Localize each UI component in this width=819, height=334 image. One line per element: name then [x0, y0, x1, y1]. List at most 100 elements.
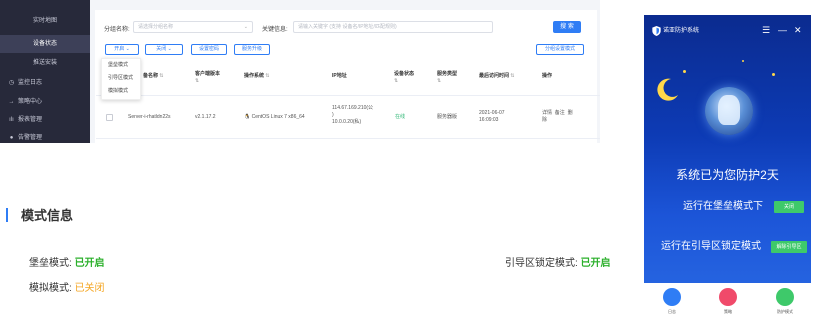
ip-public: 114.67.169.210(公 [332, 105, 374, 111]
chevron-down-icon: ⌄ [167, 46, 172, 52]
sidebar-item-label: 报表管理 [18, 117, 43, 123]
protection-figure-icon [718, 95, 740, 125]
sort-icon: ⇅ [159, 73, 164, 79]
star-icon [683, 70, 686, 73]
policy-icon[interactable] [719, 288, 737, 306]
log-icon[interactable] [663, 288, 681, 306]
col-header-label: 操作系统 [244, 73, 265, 79]
cell-version: v2.1.17.2 [195, 114, 216, 120]
sidebar-item-label: 实时地图 [32, 18, 57, 24]
log-label: 日志 [668, 309, 676, 314]
section-accent-bar [6, 208, 8, 222]
section-title: 模式信息 [21, 208, 74, 223]
sort-icon: ⇅ [437, 78, 442, 84]
simulate-mode-label: 模拟模式: [29, 283, 72, 294]
col-header-ip: IP地址 [332, 73, 347, 79]
boot-mode-value: 已开启 [580, 258, 611, 269]
group-placeholder: 请选择分组名称 [138, 24, 174, 30]
keyword-input[interactable]: 请输入关键字 (支持 设备名/IP地址/匹配规则) [293, 21, 493, 33]
boot-mode-label: 引导区锁定模式: [505, 258, 578, 269]
arrow-right-icon: → [8, 99, 15, 105]
cell-last-visit: 2021-06-07 16:09:03 [479, 110, 505, 124]
last-visit-time: 16:09:03 [479, 117, 499, 123]
policy-label: 策略 [724, 309, 732, 314]
sidebar-item-alerts[interactable]: ● 告警管理 [0, 129, 90, 143]
col-header-status[interactable]: 设备状态 ⇅ [394, 71, 414, 85]
sidebar-item-label: 监控日志 [18, 80, 43, 86]
open-mode-dropdown: 堡垒模式 引导区模式 模拟模式 [101, 58, 141, 100]
bastion-mode-value: 已开启 [74, 258, 105, 269]
sidebar-item-label: 推送安装 [32, 60, 57, 66]
release-boot-button[interactable]: 解除引导区 [771, 241, 807, 253]
simulate-mode-value: 已关闭 [74, 283, 105, 294]
close-button[interactable]: 关闭 ⌄ [145, 44, 183, 55]
client-app-window: 诺亚防护系统 ☰ — ✕ 系统已为您防护2天 运行在堡垒模式下 关闭 运行在引导… [644, 15, 811, 283]
protection-mode-label: 防护模式 [777, 309, 793, 314]
delete-link-cont[interactable]: 除 [542, 117, 547, 123]
keyword-placeholder: 请输入关键字 (支持 设备名/IP地址/匹配规则) [298, 24, 397, 30]
cell-service-type: 服务器版 [437, 114, 458, 120]
sidebar-item-monitor-log[interactable]: ◷ 监控日志 [0, 74, 90, 92]
moon-icon [657, 78, 678, 101]
row-checkbox[interactable] [106, 114, 113, 121]
shield-icon [652, 26, 661, 36]
admin-screenshot: 实时地图 设备状态 推送安装 ◷ 监控日志 → 策略中心 ılı 报表管理 ● 告警管理… [0, 0, 600, 143]
detail-link[interactable]: 详情 [542, 110, 552, 116]
close-icon[interactable]: ✕ [794, 25, 802, 35]
alert-icon: ● [9, 135, 14, 141]
col-header-label: 备名称 [143, 73, 159, 79]
cell-os-label: CentOS Linux 7 x86_64 [251, 114, 305, 120]
set-password-button[interactable]: 设置密码 [191, 44, 227, 55]
ip-private: 10.0.0.20(私) [332, 119, 362, 125]
sidebar-item-policy-center[interactable]: → 策略中心 [0, 93, 90, 111]
note-link[interactable]: 备注 [555, 110, 565, 116]
last-visit-date: 2021-06-07 [479, 110, 505, 116]
dropdown-item-simulate[interactable]: 模拟模式 [102, 85, 140, 98]
sidebar-item-label: 设备状态 [32, 41, 57, 47]
col-header-service[interactable]: 服务类型 ⇅ [437, 71, 457, 85]
linux-icon: 🐧 [244, 114, 251, 120]
bastion-mode-label: 堡垒模式: [29, 258, 72, 269]
chevron-down-icon: ⌄ [125, 46, 130, 52]
boot-lock-status: 运行在引导区锁定模式 [661, 241, 761, 252]
delete-link[interactable]: 删 [568, 110, 573, 116]
cell-ip: 114.67.169.210(公 ) 10.0.0.20(私) [332, 105, 373, 126]
sort-icon: ⇅ [195, 78, 200, 84]
dropdown-item-boot[interactable]: 引导区模式 [102, 72, 140, 85]
close-bastion-button[interactable]: 关闭 [774, 201, 804, 213]
sidebar-item-realtime-map[interactable]: 实时地图 [0, 12, 90, 30]
sidebar-item-report[interactable]: ılı 报表管理 [0, 111, 90, 129]
simulate-mode-row: 模拟模式: 已关闭 [29, 283, 105, 295]
sidebar-item-push-install[interactable]: 推送安装 [0, 54, 90, 72]
sidebar: 实时地图 设备状态 推送安装 ◷ 监控日志 → 策略中心 ılı 报表管理 ● 告警管理 [0, 0, 90, 143]
sidebar-item-device-status[interactable]: 设备状态 [0, 35, 90, 53]
sort-icon: ⇅ [394, 78, 399, 84]
menu-icon[interactable]: ☰ [762, 25, 770, 35]
col-header-label: 客户端版本 [195, 71, 221, 77]
col-header-last-visit[interactable]: 最后访问时间 ⇅ [479, 73, 515, 80]
close-button-label: 关闭 [156, 46, 167, 52]
minimize-icon[interactable]: — [778, 25, 787, 35]
shield-mode-icon[interactable] [776, 288, 794, 306]
keyword-label: 关键信息: [262, 27, 288, 33]
dropdown-item-bastion[interactable]: 堡垒模式 [102, 59, 140, 72]
group-label: 分组名称: [104, 27, 130, 33]
bastion-mode-status: 运行在堡垒模式下 [683, 201, 763, 212]
status-badge: 在线 [395, 114, 406, 120]
ip-paren: ) [332, 112, 334, 118]
col-header-name[interactable]: 备名称 ⇅ [143, 73, 164, 80]
search-button[interactable]: 搜 索 [553, 21, 581, 33]
sort-icon: ⇅ [510, 73, 515, 79]
col-header-os[interactable]: 操作系统 ⇅ [244, 73, 270, 80]
open-button[interactable]: 开启 ⌄ [105, 44, 139, 55]
group-select[interactable]: 请选择分组名称 ⌄ [133, 21, 253, 33]
col-header-version[interactable]: 客户端版本 ⇅ [195, 71, 220, 85]
app-title: 诺亚防护系统 [663, 28, 700, 34]
star-icon [772, 73, 775, 76]
service-upgrade-button[interactable]: 服务升级 [234, 44, 270, 55]
sidebar-item-label: 告警管理 [18, 135, 43, 141]
chevron-down-icon: ⌄ [243, 24, 248, 30]
sidebar-item-label: 策略中心 [18, 99, 43, 105]
cell-actions: 详情 备注 删 除 [542, 110, 573, 124]
group-mode-button[interactable]: 分组设置模式 [536, 44, 584, 55]
